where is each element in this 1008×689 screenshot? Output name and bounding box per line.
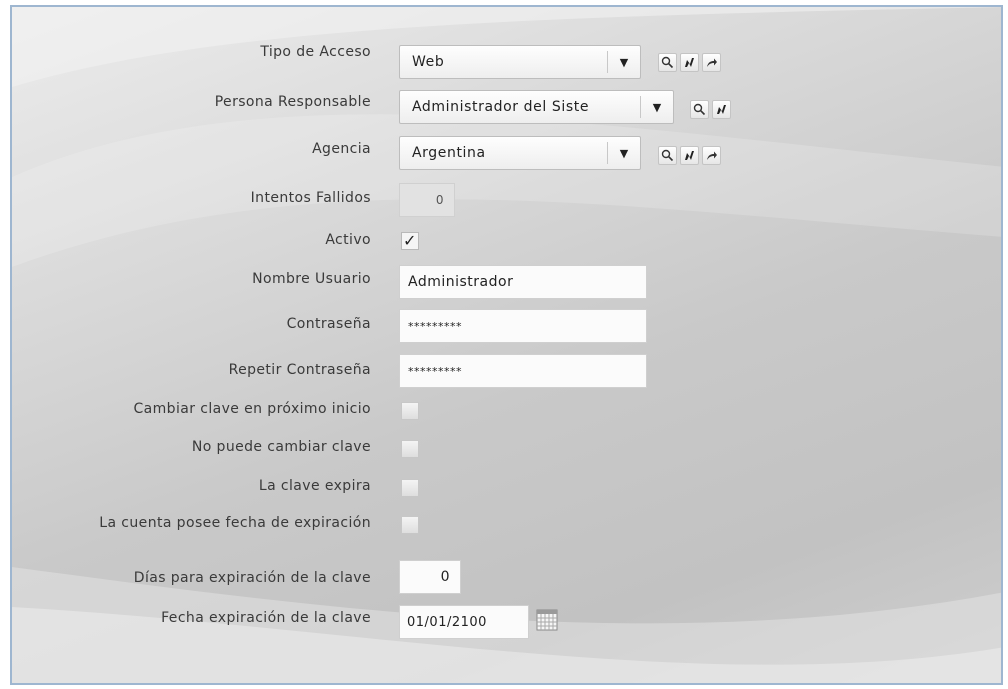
intentos-fallidos-label: Intentos Fallidos — [250, 190, 371, 206]
go-icon[interactable] — [702, 146, 721, 165]
persona-responsable-label: Persona Responsable — [214, 94, 371, 110]
go-icon[interactable] — [702, 53, 721, 72]
agencia-value: Argentina — [412, 145, 486, 161]
persona-responsable-value: Administrador del Siste — [412, 99, 590, 115]
search-icon[interactable] — [690, 100, 709, 119]
repetir-contrasena-field[interactable]: ********* — [399, 354, 647, 388]
fecha-expiracion-label: Fecha expiración de la clave — [161, 610, 371, 626]
cambiar-clave-checkbox[interactable] — [401, 402, 419, 420]
clave-expira-label: La clave expira — [258, 478, 371, 494]
user-form-panel: Tipo de Acceso Web ▼ Persona Responsable… — [10, 5, 1003, 685]
search-icon[interactable] — [658, 146, 677, 165]
nombre-usuario-label: Nombre Usuario — [252, 271, 371, 287]
chevron-down-icon[interactable]: ▼ — [641, 101, 673, 114]
nombre-usuario-field[interactable]: Administrador — [399, 265, 647, 299]
edit-icon[interactable] — [680, 146, 699, 165]
search-icon[interactable] — [658, 53, 677, 72]
tipo-acceso-select[interactable]: Web ▼ — [399, 45, 641, 79]
no-puede-cambiar-checkbox[interactable] — [401, 440, 419, 458]
persona-responsable-select[interactable]: Administrador del Siste ▼ — [399, 90, 674, 124]
tipo-acceso-label: Tipo de Acceso — [260, 44, 371, 60]
cambiar-clave-label: Cambiar clave en próximo inicio — [133, 401, 371, 417]
cuenta-expira-label: La cuenta posee fecha de expiración — [99, 515, 371, 531]
cuenta-expira-checkbox[interactable] — [401, 516, 419, 534]
agencia-select[interactable]: Argentina ▼ — [399, 136, 641, 170]
dias-expiracion-field[interactable]: 0 — [399, 560, 461, 594]
intentos-fallidos-field: 0 — [399, 183, 455, 217]
calendar-icon[interactable] — [536, 609, 558, 631]
tipo-acceso-value: Web — [412, 54, 445, 70]
agencia-label: Agencia — [312, 141, 371, 157]
dias-expiracion-label: Días para expiración de la clave — [133, 570, 371, 586]
activo-checkbox[interactable]: ✓ — [401, 231, 419, 250]
chevron-down-icon[interactable]: ▼ — [608, 147, 640, 160]
no-puede-cambiar-label: No puede cambiar clave — [191, 439, 371, 455]
contrasena-label: Contraseña — [286, 316, 371, 332]
contrasena-field[interactable]: ********* — [399, 309, 647, 343]
edit-icon[interactable] — [680, 53, 699, 72]
checkmark-icon: ✓ — [403, 231, 417, 250]
activo-label: Activo — [325, 232, 371, 248]
edit-icon[interactable] — [712, 100, 731, 119]
chevron-down-icon[interactable]: ▼ — [608, 56, 640, 69]
repetir-contrasena-label: Repetir Contraseña — [228, 362, 371, 378]
fecha-expiracion-field[interactable]: 01/01/2100 — [399, 605, 529, 639]
clave-expira-checkbox[interactable] — [401, 479, 419, 497]
